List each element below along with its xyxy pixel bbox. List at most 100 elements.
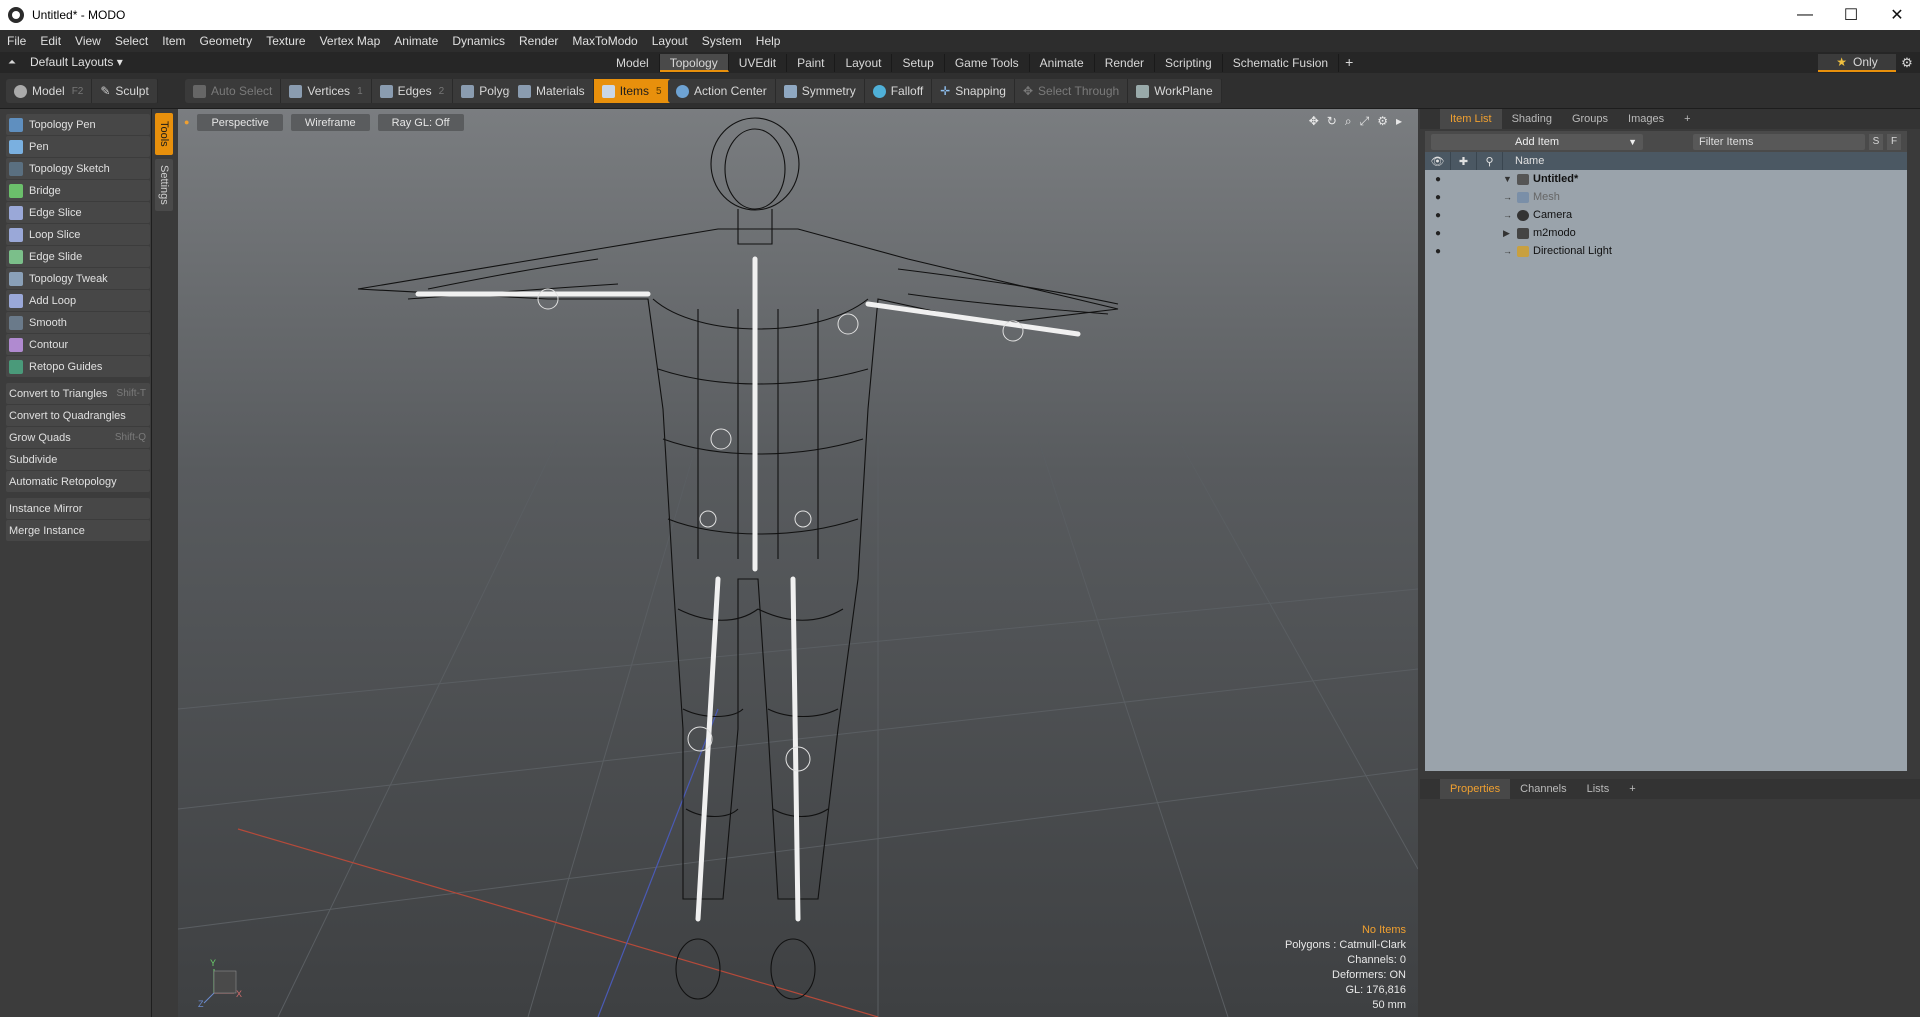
edge-slice-button[interactable]: Edge Slice [6, 202, 150, 223]
minimize-button[interactable]: — [1782, 0, 1828, 30]
menu-vertex-map[interactable]: Vertex Map [313, 34, 388, 48]
bridge-button[interactable]: Bridge [6, 180, 150, 201]
tab-channels[interactable]: Channels [1510, 783, 1576, 795]
items-button[interactable]: Items 5 [593, 79, 671, 103]
action-center-button[interactable]: Action Center [668, 79, 776, 103]
grow-quads-button[interactable]: Grow Quads Shift-Q [6, 427, 150, 448]
eye-icon[interactable]: ● [1425, 246, 1451, 257]
name-column-header[interactable]: Name [1503, 155, 1544, 167]
tab-properties[interactable]: Properties [1440, 779, 1511, 799]
tree-row-m2modo[interactable]: ● ▶ m2modo [1425, 224, 1907, 242]
layouts-dropdown[interactable]: Default Layouts ▾ [30, 55, 123, 69]
convert-to-triangles-button[interactable]: Convert to Triangles Shift-T [6, 383, 150, 404]
expand-arrow-icon[interactable]: ▼ [1503, 174, 1517, 184]
gear-icon[interactable]: ⚙ [1896, 54, 1918, 72]
eye-icon[interactable]: ● [1425, 228, 1451, 239]
eye-icon[interactable]: ● [1425, 210, 1451, 221]
menu-animate[interactable]: Animate [387, 34, 445, 48]
maximize-button[interactable]: ☐ [1828, 0, 1874, 30]
tab-images[interactable]: Images [1618, 113, 1674, 125]
tree-row-mesh[interactable]: ● → Mesh [1425, 188, 1907, 206]
tab-model[interactable]: Model [606, 54, 660, 72]
edge-slide-button[interactable]: Edge Slide [6, 246, 150, 267]
tab-paint[interactable]: Paint [787, 54, 836, 72]
tab-shading[interactable]: Shading [1502, 113, 1562, 125]
auto-select-button[interactable]: Auto Select [185, 79, 282, 103]
fit-icon[interactable]: ⤢ [1360, 114, 1370, 129]
subdivide-button[interactable]: Subdivide [6, 449, 150, 470]
convert-to-quadrangles-button[interactable]: Convert to Quadrangles [6, 405, 150, 426]
topology-pen-button[interactable]: Topology Pen [6, 114, 150, 135]
eye-icon[interactable]: ● [1425, 192, 1451, 203]
tab-uvedit[interactable]: UVEdit [729, 54, 788, 72]
tab-groups[interactable]: Groups [1562, 113, 1618, 125]
viewport-gear-icon[interactable]: ⚙ [1377, 114, 1388, 129]
collapse-arrow-icon[interactable]: ▶ [1503, 228, 1517, 239]
menu-select[interactable]: Select [108, 34, 155, 48]
only-button[interactable]: ★ Only [1818, 54, 1896, 72]
menu-file[interactable]: File [0, 34, 33, 48]
loop-slice-button[interactable]: Loop Slice [6, 224, 150, 245]
tab-topology[interactable]: Topology [659, 54, 729, 72]
menu-view[interactable]: View [68, 34, 108, 48]
symmetry-button[interactable]: Symmetry [776, 79, 865, 103]
f-button[interactable]: F [1887, 133, 1901, 150]
falloff-button[interactable]: Falloff [865, 79, 933, 103]
tab-tools[interactable]: Tools [155, 113, 173, 155]
model-mode-button[interactable]: Model F2 [6, 79, 93, 103]
filter-items-input[interactable]: Filter Items [1693, 133, 1865, 150]
zoom-icon[interactable]: ⌕ [1345, 114, 1352, 129]
menu-system[interactable]: System [695, 34, 749, 48]
topology-sketch-button[interactable]: Topology Sketch [6, 158, 150, 179]
collapse-icon[interactable]: ⏶ [8, 57, 16, 68]
tree-row-camera[interactable]: ● → Camera [1425, 206, 1907, 224]
close-button[interactable]: ✕ [1874, 0, 1920, 30]
tab-settings[interactable]: Settings [155, 159, 173, 211]
automatic-retopology-button[interactable]: Automatic Retopology [6, 471, 150, 492]
retopo-guides-button[interactable]: Retopo Guides [6, 356, 150, 377]
tab-scripting[interactable]: Scripting [1155, 54, 1223, 72]
pan-icon[interactable]: ✥ [1309, 114, 1319, 129]
add-properties-tab-button[interactable]: + [1619, 783, 1645, 795]
tab-layout[interactable]: Layout [835, 54, 893, 72]
snapping-button[interactable]: ✛ Snapping [932, 79, 1015, 103]
menu-edit[interactable]: Edit [33, 34, 68, 48]
s-button[interactable]: S [1869, 133, 1883, 150]
menu-layout[interactable]: Layout [645, 34, 695, 48]
pen-button[interactable]: Pen [6, 136, 150, 157]
expand-arrow-icon[interactable]: ▸ [1396, 114, 1402, 129]
add-tab-button[interactable]: + [1339, 54, 1359, 72]
workplane-button[interactable]: WorkPlane [1128, 79, 1222, 103]
edges-button[interactable]: Edges 2 [372, 79, 454, 103]
sculpt-mode-button[interactable]: ✎ Sculpt [92, 79, 158, 103]
add-panel-tab-button[interactable]: + [1674, 113, 1700, 125]
menu-help[interactable]: Help [749, 34, 788, 48]
tab-item-list[interactable]: Item List [1440, 109, 1502, 129]
tab-lists[interactable]: Lists [1577, 783, 1620, 795]
vertices-button[interactable]: Vertices 1 [281, 79, 372, 103]
viewport-options-icon[interactable]: ● [184, 114, 189, 131]
view-type-dropdown[interactable]: Perspective [197, 114, 283, 131]
tab-game-tools[interactable]: Game Tools [945, 54, 1030, 72]
menu-render[interactable]: Render [512, 34, 565, 48]
eye-icon[interactable]: ● [1425, 174, 1451, 185]
tab-animate[interactable]: Animate [1030, 54, 1095, 72]
menu-maxtomodo[interactable]: MaxToModo [565, 34, 644, 48]
select-through-button[interactable]: ✥ Select Through [1015, 79, 1129, 103]
menu-geometry[interactable]: Geometry [193, 34, 260, 48]
rotate-icon[interactable]: ↻ [1327, 114, 1337, 129]
materials-button[interactable]: Materials [510, 79, 594, 103]
add-item-dropdown[interactable]: Add Item ▼ [1431, 133, 1643, 150]
menu-texture[interactable]: Texture [259, 34, 312, 48]
tab-render[interactable]: Render [1095, 54, 1156, 72]
add-loop-button[interactable]: Add Loop [6, 290, 150, 311]
tree-row-directional-light[interactable]: ● → Directional Light [1425, 242, 1907, 260]
render-column-icon[interactable]: ⚲ [1477, 152, 1503, 170]
visibility-column-icon[interactable]: 👁 [1425, 152, 1451, 170]
tree-row-scene[interactable]: ● ▼ Untitled* [1425, 170, 1907, 188]
3d-viewport[interactable]: Y X Z ● Perspective Wireframe Ray GL: Of… [178, 109, 1418, 1017]
smooth-button[interactable]: Smooth [6, 312, 150, 333]
contour-button[interactable]: Contour [6, 334, 150, 355]
merge-instance-button[interactable]: Merge Instance [6, 520, 150, 541]
raygl-toggle[interactable]: Ray GL: Off [377, 114, 464, 131]
